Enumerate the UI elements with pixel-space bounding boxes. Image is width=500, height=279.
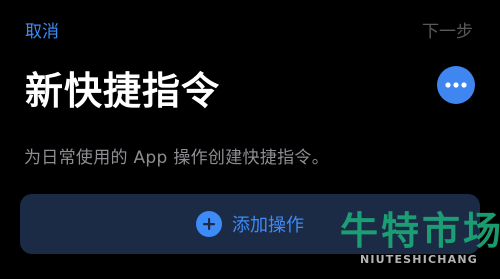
new-shortcut-screen: 取消 下一步 新快捷指令 为日常使用的 App 操作创建快捷指令。 添加操作 牛… (0, 0, 500, 279)
cancel-button[interactable]: 取消 (25, 17, 59, 42)
shortcut-description: 为日常使用的 App 操作创建快捷指令。 (24, 148, 330, 168)
watermark-logo: 牛特市场 NIUTESHICHANG (340, 209, 500, 267)
add-action-label: 添加操作 (232, 215, 304, 236)
watermark-subtitle: NIUTESHICHANG (359, 253, 479, 266)
next-step-button: 下一步 (422, 22, 473, 42)
watermark-name: 牛特市场 (340, 209, 500, 253)
plus-circle-icon (196, 211, 222, 237)
more-options-button[interactable] (437, 66, 475, 104)
page-title: 新快捷指令 (25, 69, 221, 113)
ellipsis-icon (445, 82, 467, 88)
